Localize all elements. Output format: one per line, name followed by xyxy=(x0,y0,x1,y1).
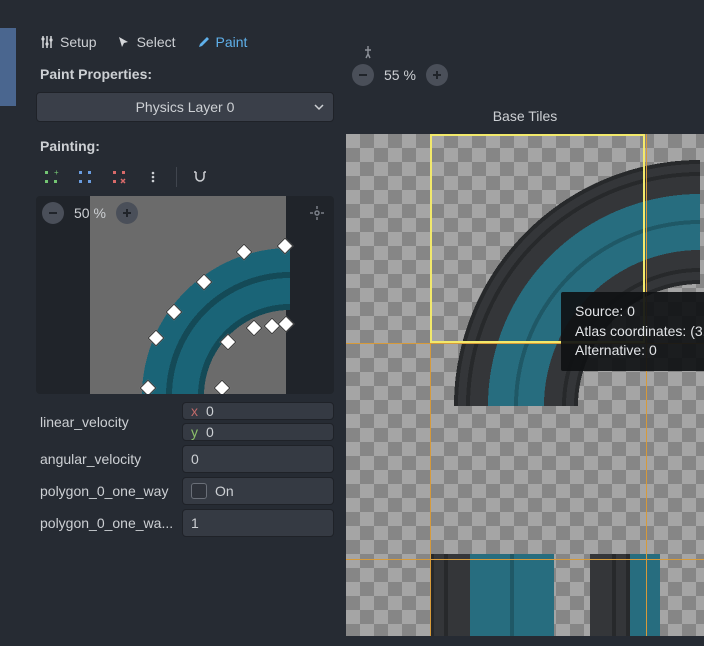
add-polygon-button[interactable]: + xyxy=(40,166,62,188)
zoom-out-button[interactable] xyxy=(42,202,64,224)
dock-handle[interactable] xyxy=(0,28,16,106)
center-icon xyxy=(309,205,325,221)
linear-velocity-x-field[interactable]: x xyxy=(182,402,334,420)
tab-select[interactable]: Select xyxy=(117,34,176,50)
minus-icon xyxy=(357,69,369,81)
snap-button[interactable] xyxy=(189,166,211,188)
polygon-one-way-margin-field[interactable] xyxy=(182,509,334,537)
delete-polygon-button[interactable] xyxy=(108,166,130,188)
angular-velocity-input[interactable] xyxy=(191,451,325,467)
linear-velocity-x-input[interactable] xyxy=(206,403,325,419)
paint-properties-label: Paint Properties: xyxy=(30,60,340,88)
linear-velocity-y-input[interactable] xyxy=(206,424,325,440)
painting-label: Painting: xyxy=(30,132,340,160)
atlas-zoom-out-button[interactable] xyxy=(352,64,374,86)
tab-label: Paint xyxy=(216,34,248,50)
zoom-in-button[interactable] xyxy=(116,202,138,224)
minus-icon xyxy=(47,207,59,219)
atlas-zoom-value: 55 % xyxy=(384,67,416,83)
plus-icon xyxy=(431,69,443,81)
tile-graphic-straight xyxy=(430,554,676,636)
svg-text:+: + xyxy=(54,169,59,177)
tile-bitmap xyxy=(90,196,286,394)
prop-angular-velocity: angular_velocity xyxy=(30,443,340,475)
tab-setup[interactable]: Setup xyxy=(40,34,97,50)
checkbox-text: On xyxy=(215,483,234,499)
snap-icon xyxy=(192,169,208,185)
prop-polygon-one-way: polygon_0_one_way On xyxy=(30,475,340,507)
prop-label: linear_velocity xyxy=(36,414,178,430)
brush-icon xyxy=(196,35,210,49)
prop-polygon-one-way-margin: polygon_0_one_wa... xyxy=(30,507,340,539)
kebab-icon xyxy=(146,170,160,184)
atlas-panel: 55 % Base Tiles Source: 0 Atlas coordina… xyxy=(346,60,704,646)
physics-layer-dropdown[interactable]: Physics Layer 0 xyxy=(36,92,334,122)
zoom-value: 50 % xyxy=(74,205,106,221)
prop-label: angular_velocity xyxy=(36,451,178,467)
tileset-editor-panel: Setup Select Paint Paint Properties: Phy… xyxy=(30,28,340,539)
tab-label: Setup xyxy=(60,34,97,50)
prop-linear-velocity: linear_velocity x y xyxy=(30,400,340,443)
prop-label: polygon_0_one_way xyxy=(36,483,178,499)
center-view-button[interactable] xyxy=(306,202,328,224)
axis-x-label: x xyxy=(191,403,198,419)
physics-properties: linear_velocity x y angular_velocity pol… xyxy=(30,400,340,539)
pin-button[interactable] xyxy=(358,42,378,62)
dropdown-value: Physics Layer 0 xyxy=(136,99,235,115)
atlas-title: Base Tiles xyxy=(346,90,704,134)
axis-y-label: y xyxy=(191,424,198,440)
pin-icon xyxy=(361,45,375,59)
add-polygon-icon: + xyxy=(43,169,59,185)
polygon-one-way-margin-input[interactable] xyxy=(191,515,325,531)
sliders-icon xyxy=(40,35,54,49)
toolbar-separator xyxy=(176,167,177,187)
linear-velocity-y-field[interactable]: y xyxy=(182,423,334,441)
atlas-zoom-in-button[interactable] xyxy=(426,64,448,86)
edit-polygon-button[interactable] xyxy=(74,166,96,188)
tab-paint[interactable]: Paint xyxy=(196,34,248,50)
polygon-one-way-field[interactable]: On xyxy=(182,477,334,505)
angular-velocity-field[interactable] xyxy=(182,445,334,473)
edit-polygon-icon xyxy=(77,169,93,185)
polygon-toolbar: + xyxy=(30,160,340,194)
prop-label: polygon_0_one_wa... xyxy=(36,515,178,531)
tab-label: Select xyxy=(137,34,176,50)
plus-icon xyxy=(121,207,133,219)
polygon-one-way-checkbox[interactable] xyxy=(191,483,207,499)
cursor-icon xyxy=(117,35,131,49)
mode-tabs: Setup Select Paint xyxy=(30,28,340,60)
collision-polygon-editor[interactable]: 50 % xyxy=(36,196,334,394)
chevron-down-icon xyxy=(313,101,325,113)
polygon-options-button[interactable] xyxy=(142,166,164,188)
preview-zoom-controls: 50 % xyxy=(42,202,138,224)
atlas-zoom-controls: 55 % xyxy=(346,60,704,90)
delete-polygon-icon xyxy=(111,169,127,185)
tile-info-tooltip: Source: 0 Atlas coordinates: (3, Alterna… xyxy=(561,292,704,371)
atlas-viewport[interactable]: Source: 0 Atlas coordinates: (3, Alterna… xyxy=(346,134,704,636)
